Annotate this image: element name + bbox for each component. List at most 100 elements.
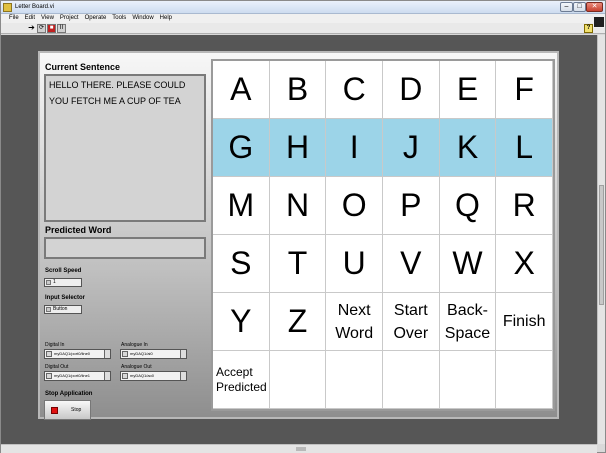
letter-cell[interactable]: H	[269, 119, 327, 177]
letter-cell[interactable]: T	[269, 235, 327, 293]
empty-cell	[269, 351, 327, 409]
letter-cell[interactable]: L	[496, 119, 553, 177]
browse-dropdown-icon[interactable]	[180, 350, 186, 358]
menu-view[interactable]: View	[41, 14, 54, 23]
io-name-icon	[46, 373, 52, 379]
letter-cell[interactable]: K	[439, 119, 497, 177]
io-name-icon	[122, 373, 128, 379]
app-window: Letter Board.vi – □ ✕ File Edit View Pro…	[0, 0, 606, 453]
letter-cell[interactable]: Q	[439, 177, 497, 235]
letter-cell[interactable]: Next Word	[326, 293, 383, 351]
letter-cell[interactable]: I	[326, 119, 383, 177]
title-bar: Letter Board.vi – □ ✕	[1, 1, 605, 14]
horizontal-scrollbar[interactable]	[1, 444, 597, 453]
horizontal-scroll-thumb[interactable]	[296, 447, 306, 451]
menu-file[interactable]: File	[9, 14, 19, 23]
empty-cell	[383, 351, 440, 409]
letter-cell[interactable]: G	[213, 119, 270, 177]
run-arrow-icon[interactable]: ➔	[27, 24, 36, 33]
ring-arrows-icon[interactable]	[46, 307, 51, 312]
letter-cell[interactable]: Accept Predicted	[213, 351, 270, 409]
letter-cell[interactable]: Y	[213, 293, 270, 351]
letter-cell[interactable]: D	[383, 61, 440, 119]
letter-cell[interactable]: B	[269, 61, 327, 119]
digital-in-label: Digital In	[45, 342, 65, 348]
analogue-in-label: Analogue In	[121, 342, 148, 348]
letter-cell[interactable]: S	[213, 235, 270, 293]
letter-cell[interactable]: R	[496, 177, 553, 235]
scroll-speed-label: Scroll Speed	[45, 268, 82, 274]
letter-board-frame: Current Sentence HELLO THERE. PLEASE COU…	[38, 51, 559, 420]
menu-project[interactable]: Project	[60, 14, 79, 23]
letter-cell[interactable]: P	[383, 177, 440, 235]
browse-dropdown-icon[interactable]	[180, 372, 186, 380]
context-help-icon[interactable]: ?	[584, 24, 593, 33]
maximize-button[interactable]: □	[573, 2, 586, 12]
current-sentence-label: Current Sentence	[45, 62, 121, 72]
letter-cell[interactable]: J	[383, 119, 440, 177]
toolbar: ➔ ⟳ ■ II ?	[1, 23, 605, 34]
letter-cell[interactable]: Finish	[496, 293, 553, 351]
run-continuously-icon[interactable]: ⟳	[37, 24, 46, 33]
stop-application-label: Stop Application	[45, 391, 93, 397]
scroll-speed-value: 1	[53, 279, 56, 285]
digital-out-control[interactable]: myDAQ1/port0/line1	[44, 371, 111, 381]
menu-operate[interactable]: Operate	[85, 14, 107, 23]
letter-cell[interactable]: V	[383, 235, 440, 293]
letter-cell[interactable]: E	[439, 61, 497, 119]
digital-out-value: myDAQ1/port0/line1	[54, 373, 91, 378]
menu-tools[interactable]: Tools	[112, 14, 126, 23]
current-sentence-display: HELLO THERE. PLEASE COULD YOU FETCH ME A…	[44, 74, 206, 222]
analogue-out-label: Analogue Out	[121, 364, 152, 370]
scroll-speed-control[interactable]: 1	[44, 278, 82, 287]
menu-bar: File Edit View Project Operate Tools Win…	[1, 14, 605, 23]
letter-cell[interactable]: C	[326, 61, 383, 119]
input-selector-control[interactable]: Button	[44, 305, 82, 314]
analogue-in-control[interactable]: myDAQ1/ai0	[120, 349, 187, 359]
letter-cell[interactable]: N	[269, 177, 327, 235]
increment-arrows-icon[interactable]	[46, 280, 51, 285]
digital-out-label: Digital Out	[45, 364, 69, 370]
digital-in-control[interactable]: myDAQ1/port0/line0	[44, 349, 111, 359]
letter-cell[interactable]: X	[496, 235, 553, 293]
input-selector-label: Input Selector	[45, 295, 86, 301]
empty-cell	[326, 351, 383, 409]
letter-cell[interactable]: A	[213, 61, 270, 119]
vertical-scroll-thumb[interactable]	[599, 185, 604, 305]
letter-cell[interactable]: Z	[269, 293, 327, 351]
input-selector-value: Button	[53, 306, 68, 312]
stop-button-label: Stop	[71, 407, 82, 413]
pause-icon[interactable]: II	[57, 24, 66, 33]
abort-execution-icon[interactable]: ■	[47, 24, 56, 33]
analogue-out-control[interactable]: myDAQ1/ao0	[120, 371, 187, 381]
menu-help[interactable]: Help	[160, 14, 172, 23]
minimize-button[interactable]: –	[560, 2, 573, 12]
predicted-word-display	[44, 237, 206, 259]
letter-grid: A B C D E F G H I J K L M N O P Q R S T U V W X Y Z Next Word Start O…	[211, 59, 555, 411]
window-title: Letter Board.vi	[15, 4, 55, 10]
empty-cell	[496, 351, 553, 409]
front-panel: Current Sentence HELLO THERE. PLEASE COU…	[1, 35, 597, 444]
vi-connector-icon	[593, 16, 605, 28]
predicted-word-label: Predicted Word	[45, 225, 112, 235]
close-button[interactable]: ✕	[586, 2, 603, 12]
vertical-scrollbar[interactable]	[597, 35, 605, 444]
browse-dropdown-icon[interactable]	[104, 372, 110, 380]
io-name-icon	[122, 351, 128, 357]
letter-cell[interactable]: Start Over	[383, 293, 440, 351]
letter-cell[interactable]: M	[213, 177, 270, 235]
browse-dropdown-icon[interactable]	[104, 350, 110, 358]
letter-cell[interactable]: O	[326, 177, 383, 235]
menu-window[interactable]: Window	[132, 14, 153, 23]
letter-cell[interactable]: U	[326, 235, 383, 293]
io-name-icon	[46, 351, 52, 357]
menu-edit[interactable]: Edit	[25, 14, 35, 23]
labview-vi-icon	[3, 3, 12, 12]
letter-cell[interactable]: F	[496, 61, 553, 119]
letter-cell[interactable]: Back- Space	[439, 293, 497, 351]
analogue-in-value: myDAQ1/ai0	[130, 351, 153, 356]
analogue-out-value: myDAQ1/ao0	[130, 373, 155, 378]
digital-in-value: myDAQ1/port0/line0	[54, 351, 91, 356]
stop-button[interactable]: Stop	[44, 400, 91, 420]
letter-cell[interactable]: W	[439, 235, 497, 293]
